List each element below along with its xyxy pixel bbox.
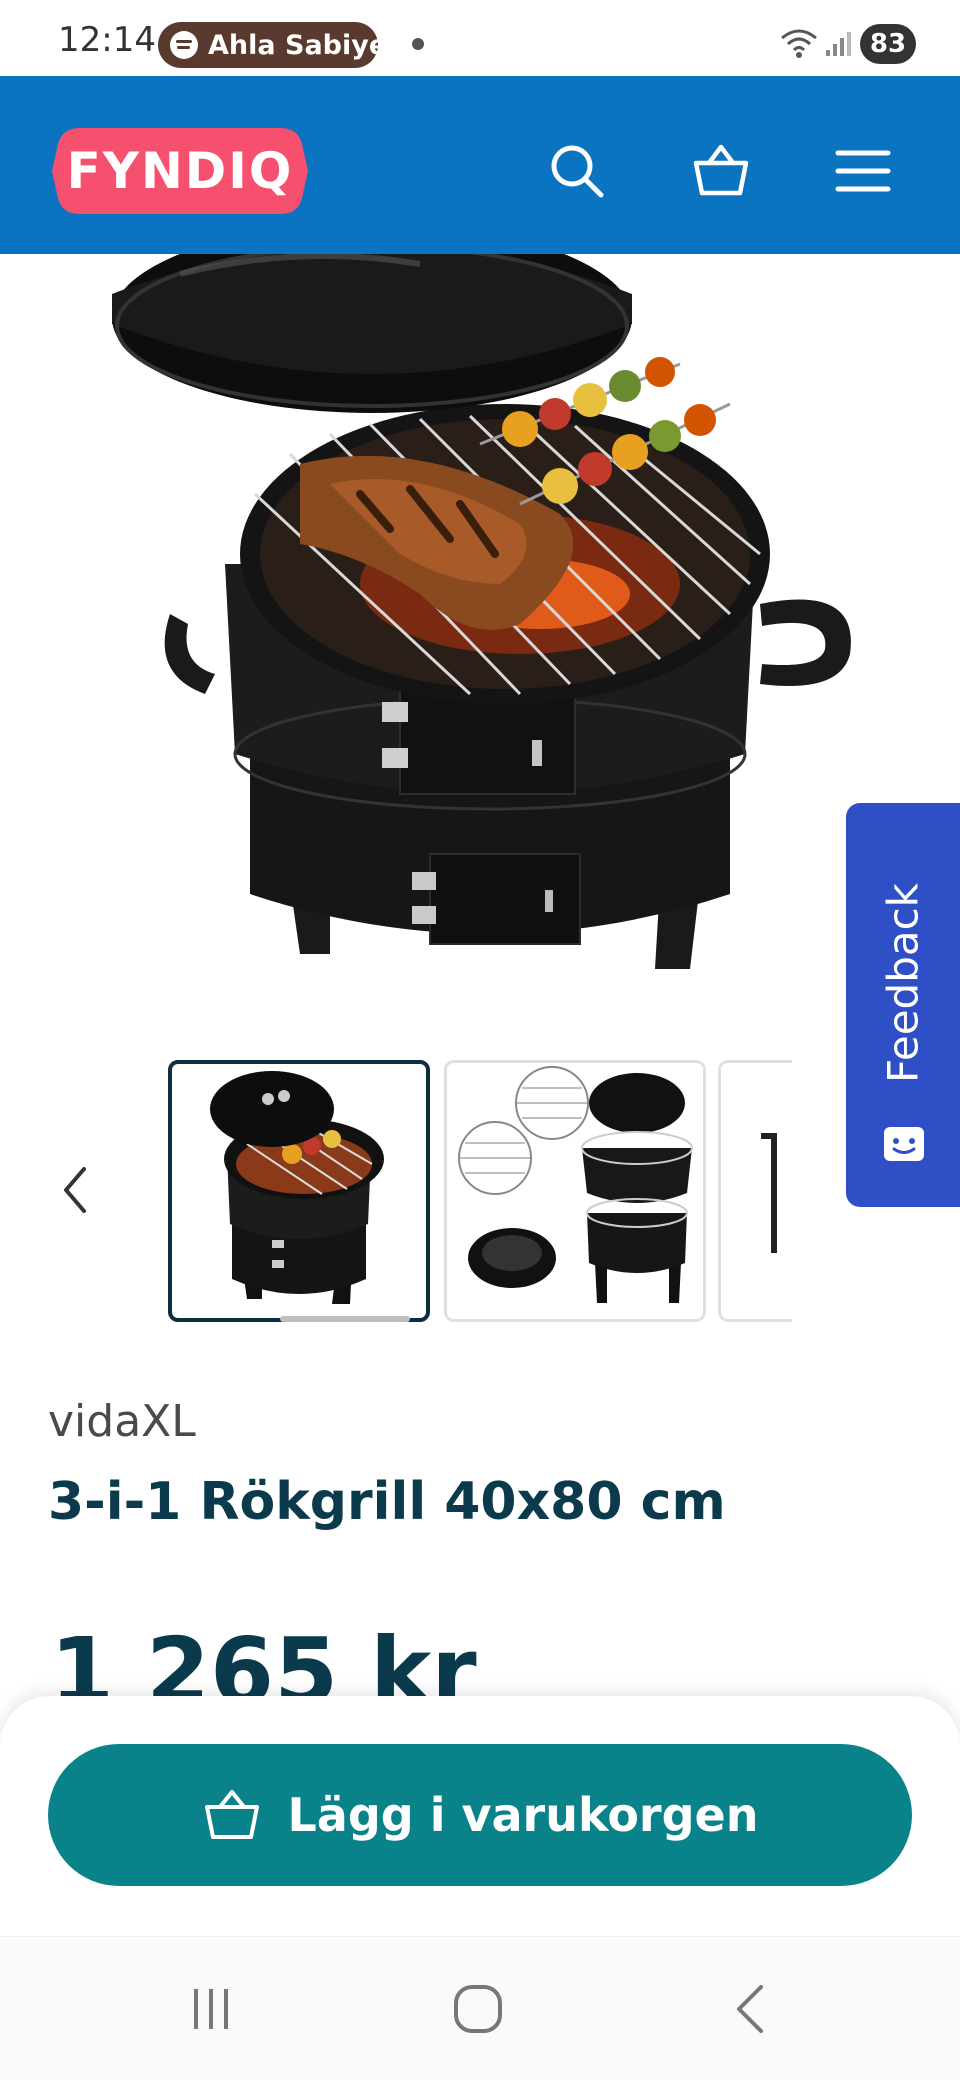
thumbnail-2[interactable] [444, 1060, 706, 1322]
cart-icon [693, 144, 749, 196]
search-icon [551, 145, 604, 198]
thumbnail-scroll-indicator [280, 1316, 410, 1322]
battery-indicator: 83 [860, 24, 916, 64]
status-bar: 12:14 Ahla Sabiye 83 [0, 0, 960, 76]
recents-icon [194, 1989, 228, 2029]
home-icon [454, 1985, 502, 2033]
logo-text: FYNDIQ [66, 142, 294, 200]
thumbnail-prev-button[interactable] [50, 1160, 100, 1220]
add-to-cart-label: Lägg i varukorgen [287, 1788, 759, 1842]
feedback-tab[interactable]: Feedback [846, 803, 960, 1207]
feedback-label: Feedback [878, 882, 928, 1084]
search-button[interactable] [540, 134, 614, 208]
notification-dot-icon [412, 38, 424, 50]
thumbnail-parts-image [458, 1066, 693, 1303]
site-header: FYNDIQ [0, 76, 960, 254]
recents-button[interactable] [176, 1977, 246, 2041]
back-icon [737, 1985, 763, 2033]
cart-button[interactable] [684, 134, 758, 208]
spotify-icon [170, 31, 198, 59]
product-image[interactable] [0, 254, 960, 1014]
media-notification[interactable]: Ahla Sabiye [158, 22, 378, 68]
back-button[interactable] [714, 1977, 784, 2041]
system-nav-bar [0, 1936, 960, 2080]
purchase-bar: Lägg i varukorgen [0, 1696, 960, 1936]
thumbnail-side-image [761, 1133, 777, 1253]
thumbnail-1[interactable] [168, 1060, 430, 1322]
status-time: 12:14 [58, 20, 156, 60]
smiley-chat-icon [884, 1127, 924, 1161]
menu-icon [835, 150, 891, 192]
basket-icon [204, 1790, 259, 1839]
signal-icon [826, 32, 851, 56]
add-to-cart-button[interactable]: Lägg i varukorgen [48, 1744, 912, 1886]
media-title: Ahla Sabiye [208, 29, 378, 61]
wifi-icon [781, 29, 817, 58]
thumbnail-strip[interactable] [168, 1060, 792, 1324]
home-button[interactable] [443, 1977, 513, 2041]
chevron-left-icon [64, 1167, 86, 1213]
fyndiq-logo[interactable]: FYNDIQ [50, 124, 310, 218]
menu-button[interactable] [826, 134, 900, 208]
thumbnail-smoker-image [210, 1071, 384, 1304]
product-title: 3-i-1 Rökgrill 40x80 cm [48, 1472, 726, 1532]
smoker-grill-image [112, 254, 851, 969]
thumbnail-3[interactable] [718, 1060, 792, 1322]
product-brand[interactable]: vidaXL [48, 1396, 196, 1447]
